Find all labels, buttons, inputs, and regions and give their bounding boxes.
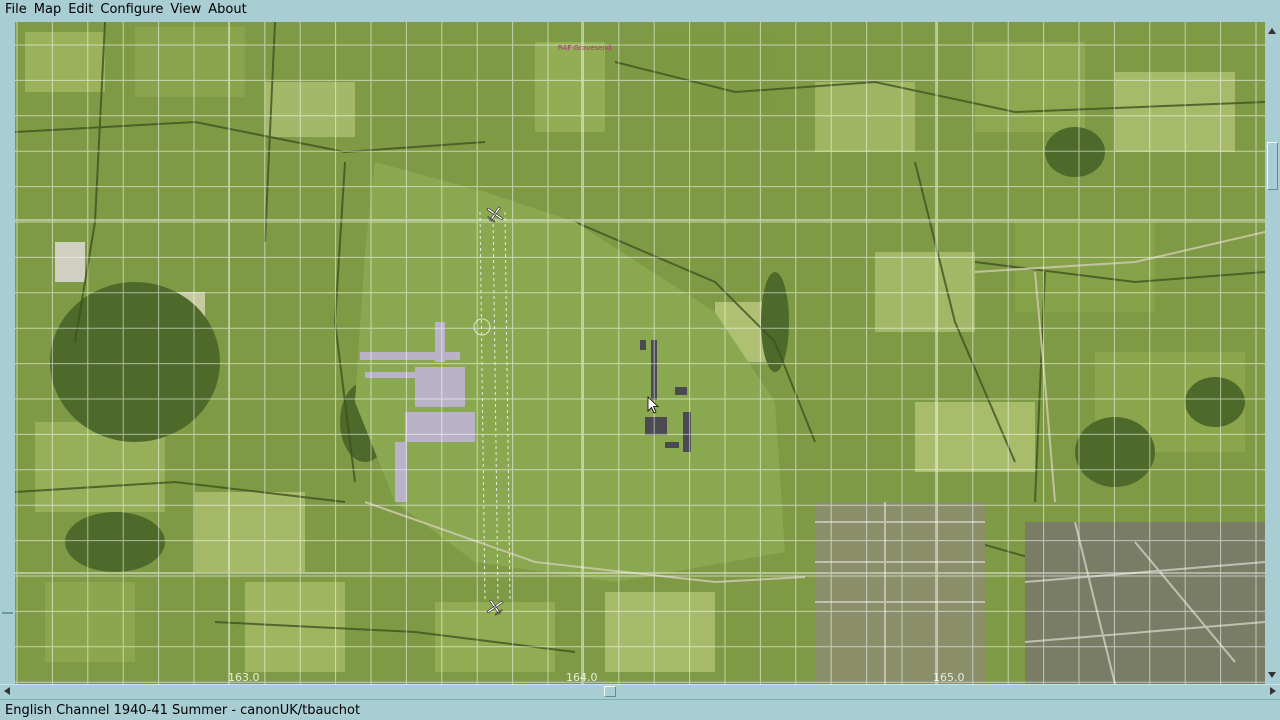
- scroll-left-icon[interactable]: [4, 687, 10, 695]
- vertical-scroll-thumb[interactable]: [1267, 142, 1278, 190]
- menu-about[interactable]: About: [204, 0, 249, 20]
- grid-coordinate-label: 164.0: [566, 671, 598, 684]
- left-edge-marker: [2, 612, 13, 614]
- menu-bar: File Map Edit Configure View About: [0, 0, 1280, 20]
- status-bar: English Channel 1940-41 Summer - canonUK…: [0, 699, 1280, 720]
- town-area: [815, 502, 1265, 684]
- scroll-right-icon[interactable]: [1270, 687, 1276, 695]
- grid-coordinate-label: 163.0: [228, 671, 260, 684]
- scroll-down-icon[interactable]: [1268, 672, 1276, 678]
- menu-map[interactable]: Map: [30, 0, 64, 20]
- scroll-up-icon[interactable]: [1268, 28, 1276, 34]
- horizontal-scroll-thumb[interactable]: [604, 686, 616, 697]
- menu-configure[interactable]: Configure: [96, 0, 166, 20]
- grid-coordinate-label: 165.0: [933, 671, 965, 684]
- horizontal-scrollbar[interactable]: [0, 684, 1280, 698]
- map-view[interactable]: RAF Gravesend 163.0 164.0 165.0: [15, 22, 1265, 684]
- vertical-scrollbar[interactable]: [1265, 22, 1280, 684]
- menu-view[interactable]: View: [166, 0, 204, 20]
- menu-file[interactable]: File: [0, 0, 30, 20]
- airfield-label: RAF Gravesend: [558, 44, 612, 52]
- menu-edit[interactable]: Edit: [64, 0, 96, 20]
- status-text: English Channel 1940-41 Summer - canonUK…: [5, 703, 361, 718]
- satellite-map[interactable]: [15, 22, 1265, 684]
- left-edge-panel: [0, 22, 15, 684]
